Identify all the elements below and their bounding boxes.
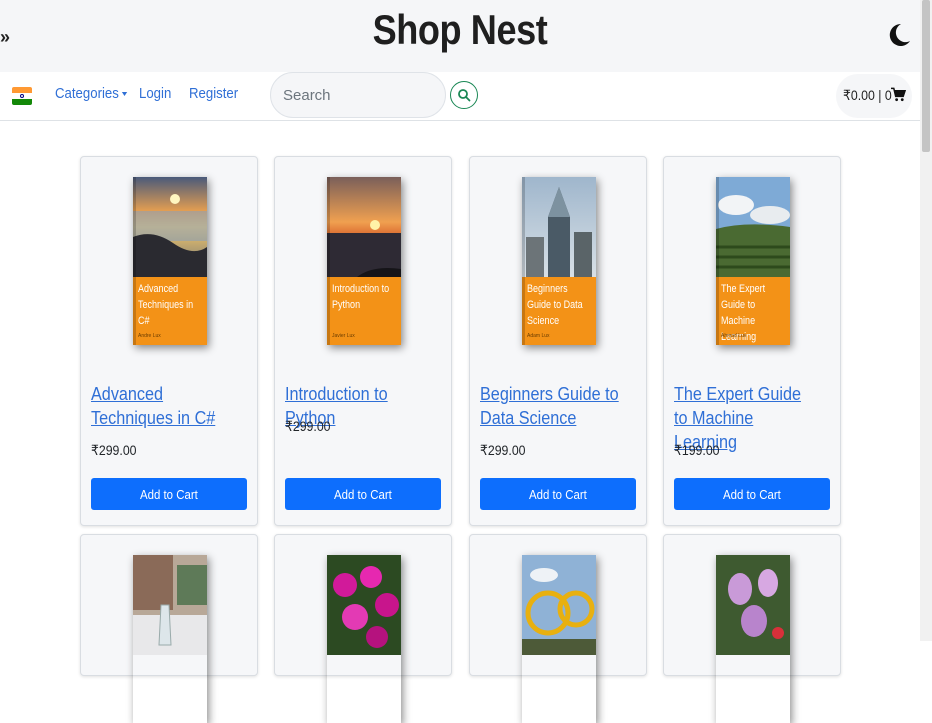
- product-card: [663, 534, 841, 676]
- cover-photo: [327, 555, 401, 655]
- search-input[interactable]: [270, 72, 446, 118]
- product-title-link[interactable]: Advanced Techniques in C#: [91, 382, 233, 430]
- cart-icon: [891, 87, 906, 102]
- add-to-cart-button[interactable]: Add to Cart: [480, 478, 636, 510]
- add-to-cart-label: Add to Cart: [723, 486, 781, 502]
- cover-title: Advanced Techniques in C#: [138, 283, 194, 327]
- book-cover[interactable]: [716, 555, 790, 723]
- search-button[interactable]: [450, 81, 478, 109]
- product-price: ₹299.00: [480, 442, 526, 458]
- search-icon: [458, 89, 471, 102]
- product-card: [469, 534, 647, 676]
- register-link[interactable]: Register: [189, 85, 238, 102]
- book-cover[interactable]: Advanced Techniques in C# Andre Lux: [133, 177, 207, 345]
- categories-dropdown[interactable]: Categories: [55, 85, 127, 102]
- add-to-cart-label: Add to Cart: [140, 486, 198, 502]
- sidebar-toggle-icon[interactable]: »: [0, 27, 10, 48]
- add-to-cart-button[interactable]: Add to Cart: [91, 478, 247, 510]
- product-card: Beginners Guide to Data Science Adam Lux…: [469, 156, 647, 526]
- cover-photo: [133, 555, 207, 655]
- product-card: Introduction to Python Javier Lux Introd…: [274, 156, 452, 526]
- cover-author: Andre Lux: [138, 333, 161, 339]
- book-cover[interactable]: The Expert Guide to Machine Learning Ahm…: [716, 177, 790, 345]
- product-card: [274, 534, 452, 676]
- login-link[interactable]: Login: [139, 85, 171, 102]
- add-to-cart-label: Add to Cart: [529, 486, 587, 502]
- cover-photo: [716, 555, 790, 655]
- caret-down-icon: [121, 92, 127, 97]
- product-price: ₹299.00: [91, 442, 137, 458]
- moon-icon[interactable]: [886, 22, 912, 48]
- cover-photo: [522, 555, 596, 655]
- cover-title: Beginners Guide to Data Science: [527, 283, 583, 327]
- cover-photo: [522, 177, 596, 277]
- scrollbar-thumb[interactable]: [922, 0, 930, 152]
- add-to-cart-label: Add to Cart: [334, 486, 392, 502]
- cover-author: Ahmad Lux: [721, 333, 747, 339]
- book-cover[interactable]: Introduction to Python Javier Lux: [327, 177, 401, 345]
- book-cover[interactable]: [522, 555, 596, 723]
- cover-author: Adam Lux: [527, 333, 550, 339]
- product-title-link[interactable]: Beginners Guide to Data Science: [480, 382, 622, 430]
- product-card: Advanced Techniques in C# Andre Lux Adva…: [80, 156, 258, 526]
- cover-photo: [133, 177, 207, 277]
- add-to-cart-button[interactable]: Add to Cart: [674, 478, 830, 510]
- india-flag-icon[interactable]: [12, 87, 32, 105]
- book-cover[interactable]: [133, 555, 207, 723]
- add-to-cart-button[interactable]: Add to Cart: [285, 478, 441, 510]
- product-price: ₹199.00: [674, 442, 720, 458]
- cover-photo: [716, 177, 790, 277]
- cover-title: Introduction to Python: [332, 283, 390, 311]
- site-title: Shop Nest: [372, 6, 548, 53]
- navbar: Categories Login Register ₹0.00 | 0: [0, 72, 920, 121]
- cart-button[interactable]: ₹0.00 | 0: [836, 74, 912, 118]
- book-cover[interactable]: Beginners Guide to Data Science Adam Lux: [522, 177, 596, 345]
- cover-photo: [327, 177, 401, 277]
- top-header: » Shop Nest: [0, 0, 920, 72]
- cover-author: Javier Lux: [332, 333, 355, 339]
- product-price: ₹299.00: [285, 418, 331, 434]
- categories-label: Categories: [55, 85, 119, 102]
- product-card: [80, 534, 258, 676]
- product-card: The Expert Guide to Machine Learning Ahm…: [663, 156, 841, 526]
- cart-summary: ₹0.00 | 0: [843, 87, 892, 103]
- book-cover[interactable]: [327, 555, 401, 723]
